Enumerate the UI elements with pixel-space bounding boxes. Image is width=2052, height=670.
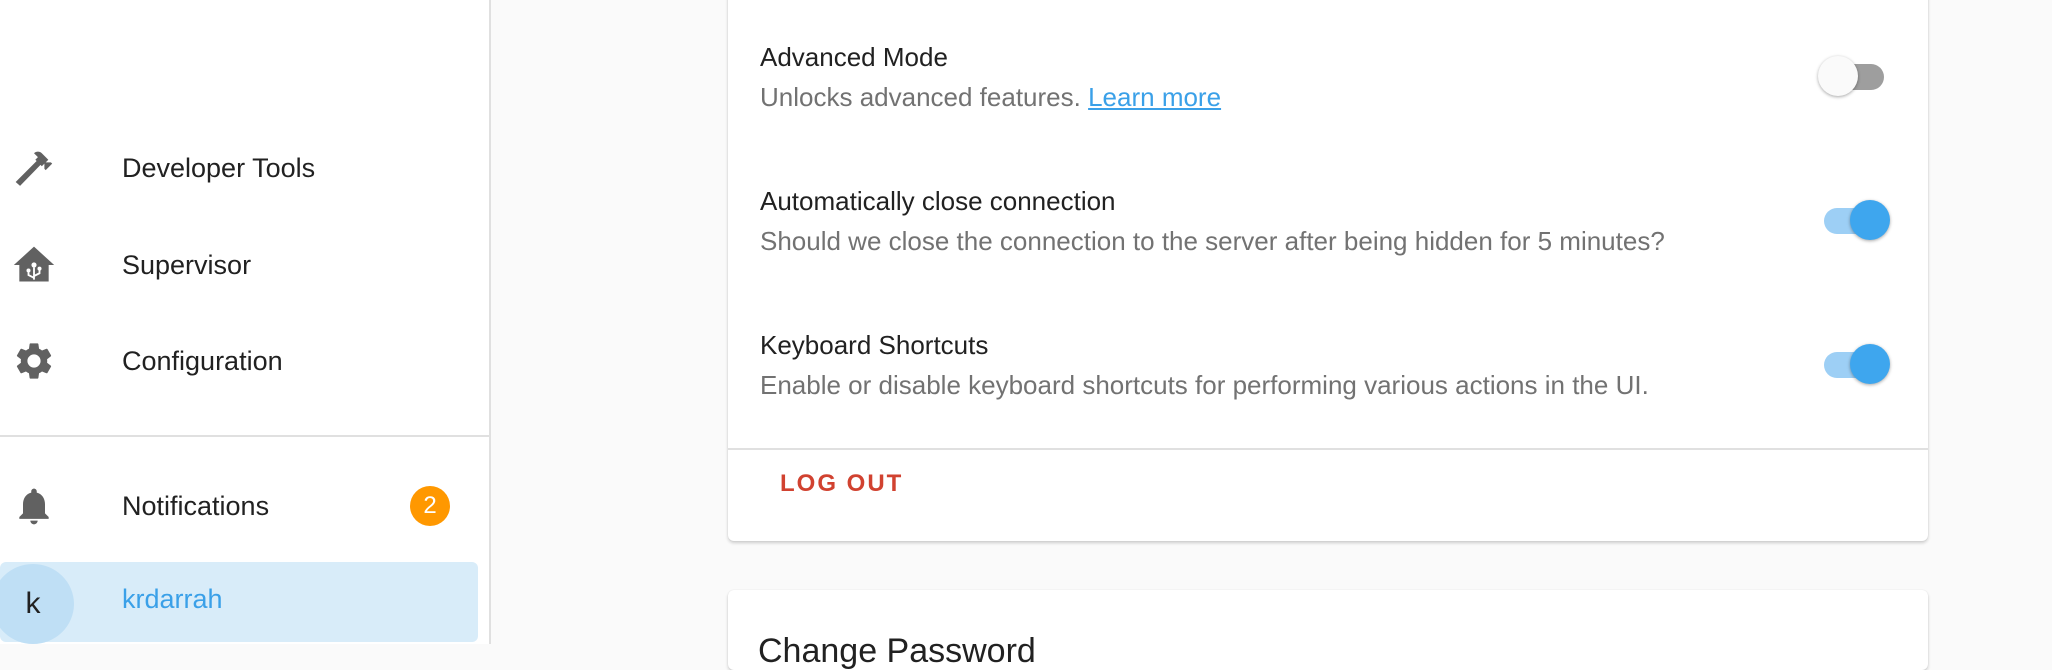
sidebar-item-label: Notifications bbox=[122, 490, 270, 521]
keyboard-shortcuts-toggle[interactable] bbox=[1824, 342, 1890, 384]
settings-card: Advanced Mode Unlocks advanced features.… bbox=[728, 0, 1928, 541]
change-password-card: Change Password bbox=[728, 590, 1928, 670]
sidebar-item-label: Developer Tools bbox=[122, 152, 316, 183]
setting-title: Automatically close connection bbox=[760, 186, 1116, 216]
sidebar-divider bbox=[0, 435, 489, 437]
setting-description: Unlocks advanced features. Learn more bbox=[760, 82, 1221, 113]
toggle-knob bbox=[1850, 200, 1890, 240]
toggle-knob bbox=[1850, 344, 1890, 384]
sidebar-item-notifications[interactable]: Notifications 2 bbox=[0, 466, 478, 546]
user-name: krdarrah bbox=[122, 584, 223, 614]
sidebar-item-supervisor[interactable]: Supervisor bbox=[0, 225, 478, 305]
toggle-knob bbox=[1818, 56, 1858, 96]
gear-icon bbox=[10, 337, 58, 385]
setting-auto-close-connection: Automatically close connection Should we… bbox=[728, 172, 1928, 292]
auto-close-connection-toggle[interactable] bbox=[1824, 198, 1890, 240]
sidebar-item-label: Configuration bbox=[122, 345, 283, 376]
sidebar: Developer Tools Supervisor Configuration… bbox=[0, 0, 491, 644]
setting-title: Advanced Mode bbox=[760, 42, 948, 72]
sidebar-item-user-profile[interactable]: k krdarrah bbox=[0, 562, 478, 644]
sidebar-item-label: Supervisor bbox=[122, 249, 252, 280]
setting-title: Keyboard Shortcuts bbox=[760, 330, 989, 360]
advanced-mode-toggle[interactable] bbox=[1818, 54, 1884, 96]
sidebar-item-developer-tools[interactable]: Developer Tools bbox=[0, 128, 478, 208]
setting-description: Should we close the connection to the se… bbox=[760, 226, 1665, 256]
card-title: Change Password bbox=[758, 632, 1036, 670]
notification-count-badge: 2 bbox=[410, 486, 450, 526]
setting-keyboard-shortcuts: Keyboard Shortcuts Enable or disable key… bbox=[728, 316, 1928, 436]
setting-description-text: Unlocks advanced features. bbox=[760, 82, 1081, 112]
avatar: k bbox=[0, 564, 74, 644]
hammer-icon bbox=[10, 144, 58, 192]
card-actions-divider bbox=[728, 448, 1928, 450]
learn-more-link[interactable]: Learn more bbox=[1088, 82, 1221, 112]
sidebar-item-configuration[interactable]: Configuration bbox=[0, 321, 478, 401]
logout-button[interactable]: LOG OUT bbox=[780, 470, 903, 498]
setting-description: Enable or disable keyboard shortcuts for… bbox=[760, 370, 1649, 400]
bell-icon bbox=[10, 482, 58, 530]
setting-advanced-mode: Advanced Mode Unlocks advanced features.… bbox=[728, 28, 1928, 148]
home-assistant-icon bbox=[10, 241, 58, 289]
